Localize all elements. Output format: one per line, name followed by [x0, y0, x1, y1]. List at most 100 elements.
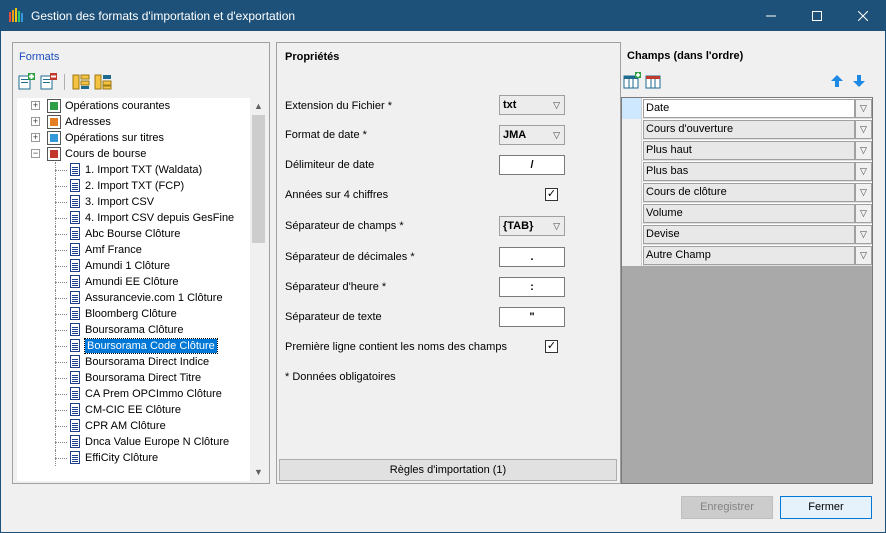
row-header[interactable] [622, 182, 642, 203]
field-cell[interactable]: Devise [643, 225, 855, 244]
chevron-down-icon[interactable]: ▽ [855, 141, 872, 160]
tree-item[interactable]: Bloomberg Clôture [17, 306, 249, 322]
document-icon [70, 355, 80, 368]
date-format-select[interactable]: JMA ▽ [499, 125, 565, 145]
chevron-down-icon[interactable]: ▽ [855, 162, 872, 181]
row-header[interactable] [622, 140, 642, 161]
document-icon [70, 435, 80, 448]
chevron-down-icon[interactable]: ▽ [855, 204, 872, 223]
tree-item[interactable]: Amf France [17, 242, 249, 258]
field-row[interactable]: Devise ▽ [622, 224, 872, 245]
expand-all-icon[interactable] [72, 73, 90, 91]
decimal-separator-input[interactable]: . [499, 247, 565, 267]
chevron-down-icon: ▽ [553, 221, 560, 231]
tree-item[interactable]: + Adresses [17, 114, 249, 130]
year4-checkbox[interactable]: ✓ [545, 188, 558, 201]
arrow-down-icon[interactable] [853, 75, 865, 87]
tree-item[interactable]: 1. Import TXT (Waldata) [17, 162, 249, 178]
minimize-button[interactable] [748, 0, 794, 31]
tree-item-label: CA Prem OPCImmo Clôture [85, 388, 222, 400]
address-icon [47, 115, 61, 129]
close-button[interactable]: Fermer [780, 496, 872, 519]
import-rules-button[interactable]: Règles d'importation (1) [279, 459, 617, 481]
maximize-button[interactable] [794, 0, 840, 31]
tree-item[interactable]: Abc Bourse Clôture [17, 226, 249, 242]
field-cell[interactable]: Plus bas [643, 162, 855, 181]
tree-item[interactable]: Amundi 1 Clôture [17, 258, 249, 274]
scroll-down-icon[interactable]: ▼ [250, 464, 267, 481]
expand-icon[interactable]: + [31, 101, 40, 110]
row-header[interactable] [622, 119, 642, 140]
securities-icon [47, 131, 61, 145]
row-header[interactable] [622, 245, 642, 266]
tree-item[interactable]: Assurancevie.com 1 Clôture [17, 290, 249, 306]
tree-connector [55, 362, 67, 363]
tree-item[interactable]: Boursorama Direct Titre [17, 370, 249, 386]
formats-tree[interactable]: + Opérations courantes + Adresses + Opération… [17, 98, 267, 481]
field-row[interactable]: Cours d'ouverture ▽ [622, 119, 872, 140]
tree-item[interactable]: Dnca Value Europe N Clôture [17, 434, 249, 450]
text-separator-input[interactable]: " [499, 307, 565, 327]
row-header[interactable] [622, 203, 642, 224]
tree-item[interactable]: Boursorama Direct Indice [17, 354, 249, 370]
tree-item[interactable]: − Cours de bourse [17, 146, 249, 162]
tree-item[interactable]: CPR AM Clôture [17, 418, 249, 434]
tree-item[interactable]: 4. Import CSV depuis GesFine [17, 210, 249, 226]
row-header[interactable] [622, 98, 642, 119]
first-line-checkbox[interactable]: ✓ [545, 340, 558, 353]
tree-connector [55, 258, 56, 274]
row-header[interactable] [622, 161, 642, 182]
chevron-down-icon[interactable]: ▽ [855, 99, 872, 118]
edit-format-icon[interactable] [39, 73, 57, 91]
tree-item-label: Opérations courantes [65, 100, 171, 112]
tree-item[interactable]: Boursorama Code Clôture [17, 338, 249, 354]
tree-item[interactable]: CM-CIC EE Clôture [17, 402, 249, 418]
expand-icon[interactable]: + [31, 133, 40, 142]
field-row[interactable]: Date ▽ [622, 98, 872, 119]
collapse-all-icon[interactable] [94, 73, 112, 91]
field-cell[interactable]: Cours de clôture [643, 183, 855, 202]
field-row[interactable]: Volume ▽ [622, 203, 872, 224]
arrow-up-icon[interactable] [831, 75, 843, 87]
tree-item[interactable]: CA Prem OPCImmo Clôture [17, 386, 249, 402]
chevron-down-icon[interactable]: ▽ [855, 183, 872, 202]
field-cell[interactable]: Autre Champ [643, 246, 855, 265]
tree-connector [55, 418, 56, 434]
tree-item[interactable]: 2. Import TXT (FCP) [17, 178, 249, 194]
tree-item[interactable]: EffiCity Clôture [17, 450, 249, 466]
field-cell[interactable]: Volume [643, 204, 855, 223]
field-row[interactable]: Plus bas ▽ [622, 161, 872, 182]
fields-grid[interactable]: Date ▽ Cours d'ouverture ▽ Plus haut ▽ Plus ba… [621, 97, 873, 484]
tree-item[interactable]: Boursorama Clôture [17, 322, 249, 338]
field-separator-select[interactable]: {TAB} ▽ [499, 216, 565, 236]
scroll-thumb[interactable] [252, 115, 265, 243]
field-row[interactable]: Cours de clôture ▽ [622, 182, 872, 203]
row-header[interactable] [622, 224, 642, 245]
tree-item[interactable]: 3. Import CSV [17, 194, 249, 210]
close-window-button[interactable] [840, 0, 886, 31]
field-cell[interactable]: Date [643, 99, 855, 118]
tree-scrollbar[interactable]: ▲ ▼ [250, 98, 267, 481]
chevron-down-icon[interactable]: ▽ [855, 120, 872, 139]
field-cell[interactable]: Plus haut [643, 141, 855, 160]
add-field-icon[interactable] [623, 72, 641, 90]
field-row[interactable]: Plus haut ▽ [622, 140, 872, 161]
tree-item[interactable]: + Opérations courantes [17, 98, 249, 114]
expand-icon[interactable]: + [31, 117, 40, 126]
formats-toolbar [17, 73, 112, 91]
field-row[interactable]: Autre Champ ▽ [622, 245, 872, 266]
collapse-icon[interactable]: − [31, 149, 40, 158]
tree-item[interactable]: + Opérations sur titres [17, 130, 249, 146]
save-button[interactable]: Enregistrer [681, 496, 773, 519]
date-delimiter-input[interactable]: / [499, 155, 565, 175]
add-format-icon[interactable] [17, 73, 35, 91]
tree-item-label: 4. Import CSV depuis GesFine [85, 212, 235, 224]
tree-item[interactable]: Amundi EE Clôture [17, 274, 249, 290]
scroll-up-icon[interactable]: ▲ [250, 98, 267, 115]
chevron-down-icon[interactable]: ▽ [855, 225, 872, 244]
extension-select[interactable]: txt ▽ [499, 95, 565, 115]
field-cell[interactable]: Cours d'ouverture [643, 120, 855, 139]
remove-field-icon[interactable] [645, 72, 663, 90]
time-separator-input[interactable]: : [499, 277, 565, 297]
chevron-down-icon[interactable]: ▽ [855, 246, 872, 265]
